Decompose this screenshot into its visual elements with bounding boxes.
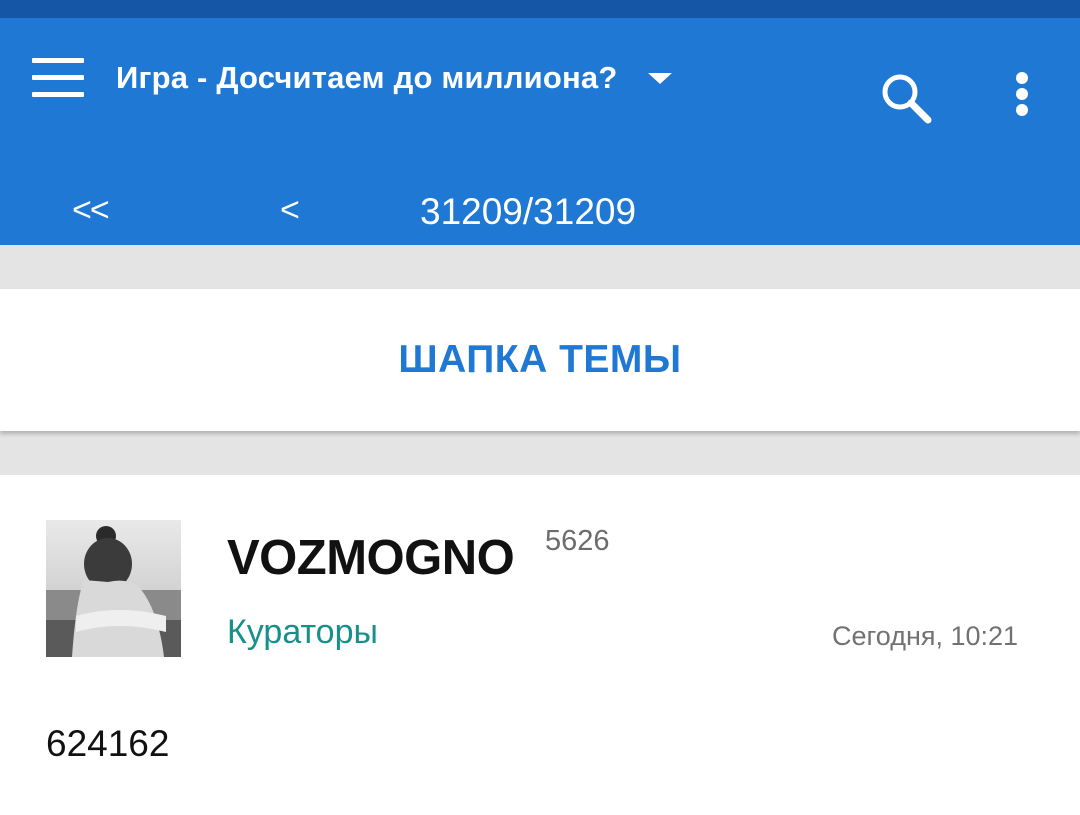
page-counter[interactable]: 31209/31209 (420, 190, 636, 234)
post-timestamp: Сегодня, 10:21 (832, 621, 1019, 651)
topic-header-label: ШАПКА ТЕМЫ (398, 338, 682, 381)
separator (0, 431, 1080, 475)
post-card: VOZMOGNO 5626 Кураторы Сегодня, 10:21 62… (0, 475, 1080, 815)
separator (0, 245, 1080, 289)
search-icon[interactable] (876, 68, 936, 128)
app-bar: Игра - Досчитаем до миллиона? << < 31209… (0, 18, 1080, 245)
hamburger-menu-icon[interactable] (26, 56, 90, 100)
reputation-count[interactable]: 5626 (545, 525, 610, 558)
post-body: 624162 (46, 723, 170, 764)
topic-title-dropdown[interactable]: Игра - Досчитаем до миллиона? (116, 56, 672, 100)
username[interactable]: VOZMOGNO (227, 530, 515, 586)
first-page-button[interactable]: << (72, 190, 110, 230)
caret-down-icon (647, 72, 672, 84)
topic-header-button[interactable]: ШАПКА ТЕМЫ (0, 289, 1080, 431)
avatar[interactable] (46, 520, 181, 657)
more-vert-icon[interactable] (998, 66, 1046, 122)
status-bar (0, 0, 1080, 18)
topic-title: Игра - Досчитаем до миллиона? (116, 60, 618, 95)
prev-page-button[interactable]: < (280, 190, 300, 230)
user-group: Кураторы (227, 613, 378, 651)
